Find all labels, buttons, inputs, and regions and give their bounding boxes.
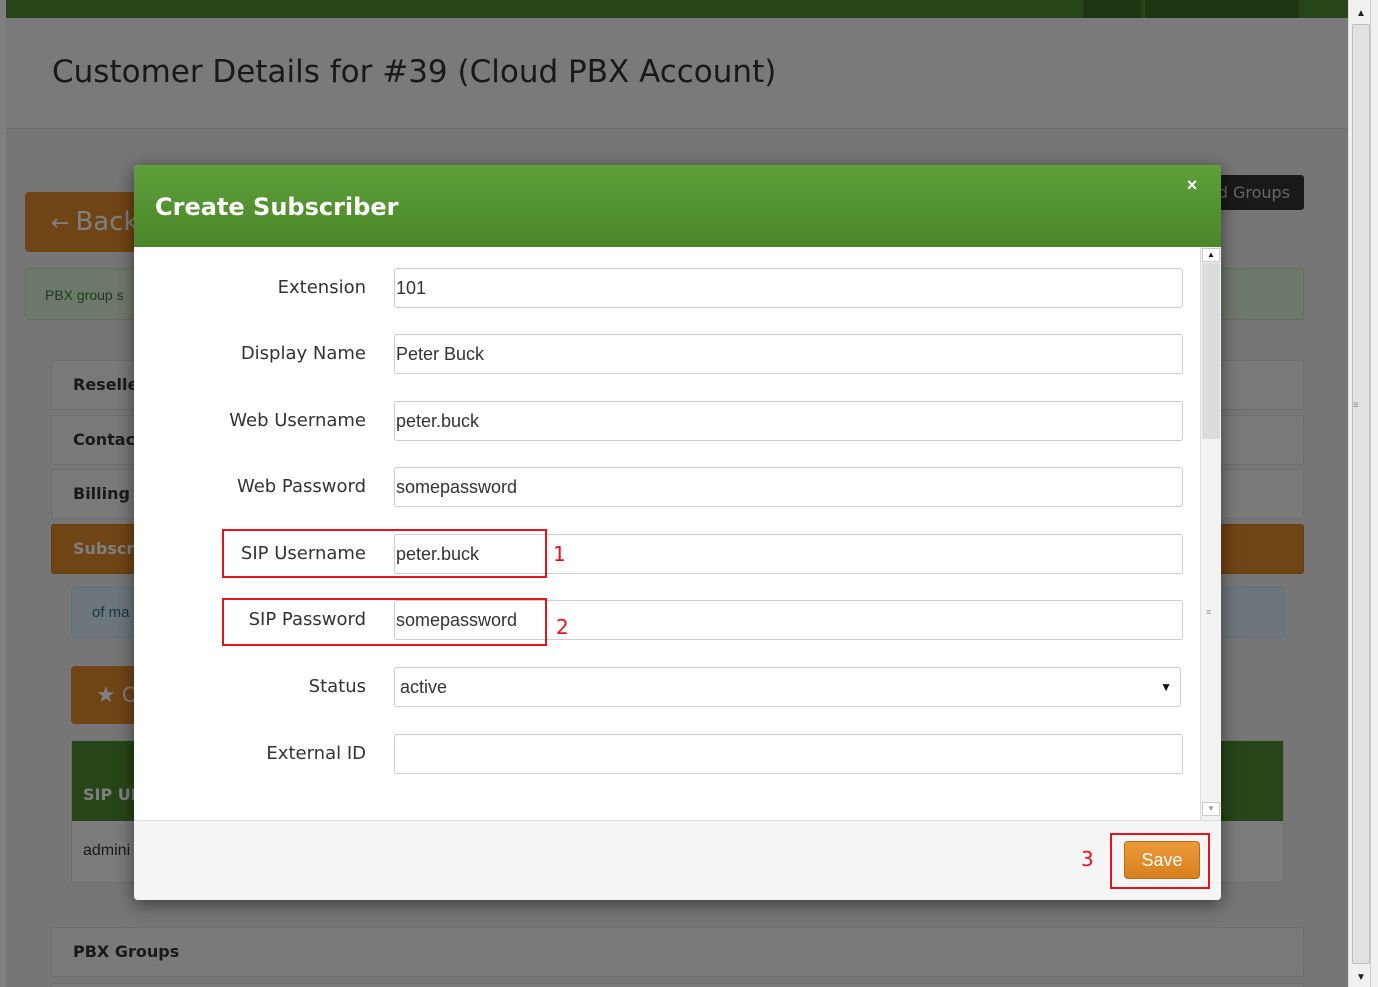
status-label: Status (308, 676, 366, 697)
status-select[interactable]: active ▼ (394, 667, 1181, 707)
modal-scrollbar-thumb[interactable] (1202, 263, 1220, 439)
annotation-marker-2: 2 (556, 615, 569, 639)
annotation-marker-1: 1 (553, 542, 566, 566)
extension-label: Extension (277, 277, 366, 298)
form-row-web-username: Web Username peter.buck (134, 401, 1204, 441)
modal-footer: Save (134, 820, 1221, 900)
modal-scrollbar[interactable]: ▲ ≡ ▼ (1200, 247, 1221, 820)
scroll-up-icon[interactable]: ▲ (1353, 6, 1369, 22)
annotation-marker-3: 3 (1081, 847, 1094, 871)
external-id-label: External ID (266, 743, 366, 764)
form-row-status: Status active ▼ (134, 667, 1204, 707)
form-row-external-id: External ID (134, 734, 1204, 774)
status-select-value: active (400, 677, 448, 697)
highlight-box-save (1110, 833, 1210, 889)
external-id-input[interactable] (394, 734, 1183, 774)
window-scrollbar[interactable]: ≡ ▲ ▼ (1348, 0, 1378, 987)
scrollbar-thumb[interactable] (1352, 24, 1370, 964)
scroll-up-icon[interactable]: ▲ (1202, 248, 1220, 262)
web-password-label: Web Password (236, 476, 366, 497)
web-username-input[interactable]: peter.buck (394, 401, 1183, 441)
extension-input[interactable]: 101 (394, 268, 1183, 308)
scrollbar-track (1370, 0, 1371, 987)
form-row-extension: Extension 101 (134, 268, 1204, 308)
web-username-label: Web Username (229, 410, 366, 431)
display-name-label: Display Name (240, 343, 366, 364)
web-password-input[interactable]: somepassword (394, 467, 1183, 507)
display-name-input[interactable]: Peter Buck (394, 334, 1183, 374)
highlight-box-sip-username (222, 529, 547, 578)
form-row-web-password: Web Password somepassword (134, 467, 1204, 507)
close-icon[interactable]: × (1180, 173, 1204, 197)
scroll-down-icon[interactable]: ▼ (1353, 970, 1369, 986)
modal-header: Create Subscriber × (134, 165, 1221, 247)
caret-down-icon: ▼ (1160, 680, 1172, 694)
highlight-box-sip-password (222, 598, 547, 646)
grip-icon: ≡ (1353, 400, 1359, 411)
scroll-down-icon[interactable]: ▼ (1202, 802, 1220, 816)
modal-title: Create Subscriber (155, 193, 399, 221)
form-row-display-name: Display Name Peter Buck (134, 334, 1204, 374)
grip-icon: ≡ (1206, 607, 1212, 617)
